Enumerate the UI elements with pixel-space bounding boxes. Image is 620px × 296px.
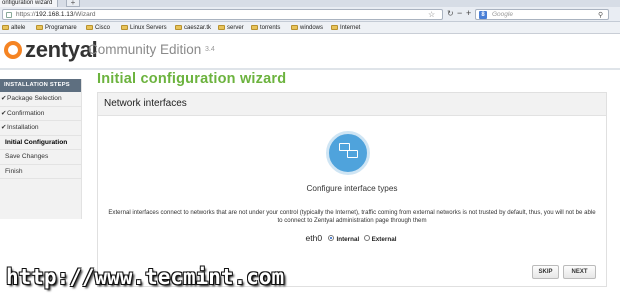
lock-icon: [6, 12, 12, 18]
search-input[interactable]: Google: [492, 11, 513, 19]
reload-icon[interactable]: ↻: [447, 9, 454, 18]
browser-tab[interactable]: onfiguration wizard: [0, 0, 58, 7]
browser-navbar: https://192.168.1.13/Wizard ☆ ↻ − + 8 Go…: [0, 7, 620, 22]
page-content: zentyal Community Edition 3.4 INSTALLATI…: [0, 34, 620, 296]
header-divider: [0, 68, 620, 70]
interface-description: External interfaces connect to networks …: [108, 209, 596, 224]
address-bar[interactable]: https://192.168.1.13/Wizard ☆: [2, 9, 443, 20]
minus-icon[interactable]: −: [457, 8, 462, 19]
bookmarks-bar: altele Programare Cisco Linux Servers ca…: [0, 22, 620, 34]
next-button[interactable]: NEXT: [563, 265, 596, 279]
folder-icon: [121, 25, 128, 30]
folder-icon: [175, 25, 182, 30]
version-label: 3.4: [205, 46, 215, 53]
folder-icon: [2, 25, 9, 30]
bookmark-cisco[interactable]: Cisco: [86, 24, 110, 32]
folder-icon: [251, 25, 258, 30]
bookmark-programare[interactable]: Programare: [36, 24, 77, 32]
folder-icon: [331, 25, 338, 30]
panel-header: Network interfaces: [98, 93, 606, 116]
plus-icon[interactable]: +: [466, 8, 471, 19]
folder-icon: [218, 25, 225, 30]
interface-row: eth0 Internal External: [98, 233, 606, 243]
bookmark-star-icon[interactable]: ☆: [428, 10, 435, 19]
step-confirmation: ✔Confirmation: [0, 107, 81, 121]
folder-icon: [86, 25, 93, 30]
step-package-selection: ✔Package Selection: [0, 92, 81, 107]
installation-steps-sidebar: INSTALLATION STEPS ✔Package Selection ✔C…: [0, 79, 82, 219]
monitor-icon: [347, 150, 358, 158]
edition-label: Community Edition: [88, 42, 202, 57]
url-protocol: https://: [16, 11, 36, 18]
search-engine-icon[interactable]: 8: [479, 11, 487, 19]
watermark-text: http://www.tecmint.com: [6, 265, 285, 289]
section-caption: Configure interface types: [306, 184, 398, 193]
step-initial-configuration: Initial Configuration: [0, 135, 81, 150]
bookmark-linux-servers[interactable]: Linux Servers: [121, 24, 167, 32]
external-label[interactable]: External: [372, 236, 397, 243]
network-interfaces-panel: Network interfaces Configure interface t…: [97, 92, 607, 287]
step-save-changes: Save Changes: [0, 150, 81, 165]
step-installation: ✔Installation: [0, 121, 81, 136]
bookmark-windows[interactable]: windows: [291, 24, 323, 32]
interface-name: eth0: [305, 233, 323, 243]
zentyal-logo-icon: [4, 41, 22, 59]
url-host: 192.168.1.13: [35, 11, 74, 18]
search-bar[interactable]: 8 Google ⚲: [475, 9, 609, 20]
bookmark-torrents[interactable]: torrents: [251, 24, 280, 32]
bookmark-altele[interactable]: altele: [2, 24, 25, 32]
step-finish: Finish: [0, 165, 81, 179]
url-path: /Wizard: [73, 11, 96, 18]
folder-icon: [291, 25, 298, 30]
sidebar-title: INSTALLATION STEPS: [0, 79, 81, 92]
page-title: Initial configuration wizard: [97, 71, 287, 87]
new-tab-button[interactable]: +: [66, 0, 80, 7]
external-radio[interactable]: [363, 235, 370, 241]
url-text: https://192.168.1.13/Wizard: [16, 11, 96, 19]
network-computers-icon: [326, 131, 370, 175]
internal-radio[interactable]: [328, 235, 335, 241]
bookmark-server[interactable]: server: [218, 24, 244, 32]
brand-name: zentyal: [25, 37, 98, 62]
bookmark-internet[interactable]: Internet: [331, 24, 360, 32]
bookmark-caeszar[interactable]: caeszar.tk: [175, 24, 211, 32]
internal-label[interactable]: Internal: [336, 236, 359, 243]
app-header: zentyal Community Edition 3.4: [0, 34, 620, 68]
skip-button[interactable]: SKIP: [532, 265, 559, 279]
folder-icon: [36, 25, 43, 30]
panel-title: Network interfaces: [104, 98, 187, 109]
search-icon[interactable]: ⚲: [598, 11, 603, 19]
browser-tab-strip: onfiguration wizard +: [0, 0, 620, 7]
